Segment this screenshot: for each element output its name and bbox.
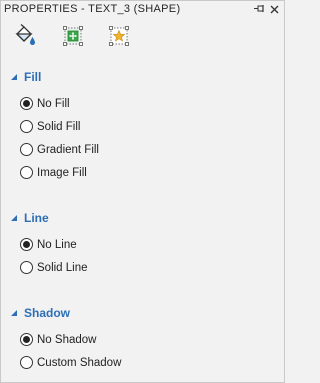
fill-section-title: Fill	[24, 70, 42, 84]
fill-section: Fill No Fill Solid Fill Gradient Fill Im…	[1, 68, 284, 184]
solid-line-option[interactable]: Solid Line	[1, 256, 284, 279]
option-label: Gradient Fill	[37, 143, 99, 156]
title-bar: PROPERTIES - TEXT_3 (SHAPE)	[1, 1, 284, 17]
no-line-option[interactable]: No Line	[1, 233, 284, 256]
property-toolbar	[1, 17, 284, 57]
effects-icon	[107, 24, 131, 51]
no-line-radio[interactable]	[20, 238, 33, 251]
no-shadow-option[interactable]: No Shadow	[1, 328, 284, 351]
no-shadow-radio[interactable]	[20, 333, 33, 346]
collapse-caret-icon	[11, 215, 17, 221]
panel-title: PROPERTIES - TEXT_3 (SHAPE)	[4, 3, 181, 15]
option-label: Image Fill	[37, 166, 87, 179]
collapse-caret-icon	[11, 310, 17, 316]
gradient-fill-option[interactable]: Gradient Fill	[1, 138, 284, 161]
shadow-section-title: Shadow	[24, 306, 71, 320]
line-section: Line No Line Solid Line	[1, 209, 284, 279]
title-controls	[253, 3, 280, 15]
solid-fill-radio[interactable]	[20, 120, 33, 133]
no-fill-option[interactable]: No Fill	[1, 92, 284, 115]
effects-tab-button[interactable]	[106, 24, 132, 50]
collapse-caret-icon	[11, 74, 17, 80]
fill-tab-button[interactable]	[12, 23, 38, 51]
fill-icon	[13, 23, 37, 51]
pin-icon[interactable]	[253, 3, 265, 15]
option-label: Solid Fill	[37, 120, 81, 133]
option-label: Custom Shadow	[37, 356, 122, 369]
properties-panel: PROPERTIES - TEXT_3 (SHAPE) Fill No Fill…	[0, 0, 285, 383]
solid-line-radio[interactable]	[20, 261, 33, 274]
gradient-fill-radio[interactable]	[20, 143, 33, 156]
option-label: No Fill	[37, 97, 70, 110]
line-section-header[interactable]: Line	[1, 209, 284, 227]
option-label: Solid Line	[37, 261, 88, 274]
shadow-section-header[interactable]: Shadow	[1, 304, 284, 322]
size-position-icon	[61, 24, 85, 51]
fill-section-header[interactable]: Fill	[1, 68, 284, 86]
shadow-section: Shadow No Shadow Custom Shadow	[1, 304, 284, 374]
option-label: No Line	[37, 238, 77, 251]
custom-shadow-option[interactable]: Custom Shadow	[1, 351, 284, 374]
image-fill-option[interactable]: Image Fill	[1, 161, 284, 184]
line-section-title: Line	[24, 211, 49, 225]
no-fill-radio[interactable]	[20, 97, 33, 110]
solid-fill-option[interactable]: Solid Fill	[1, 115, 284, 138]
image-fill-radio[interactable]	[20, 166, 33, 179]
custom-shadow-radio[interactable]	[20, 356, 33, 369]
size-position-tab-button[interactable]	[60, 24, 86, 50]
option-label: No Shadow	[37, 333, 97, 346]
close-icon[interactable]	[268, 3, 280, 15]
